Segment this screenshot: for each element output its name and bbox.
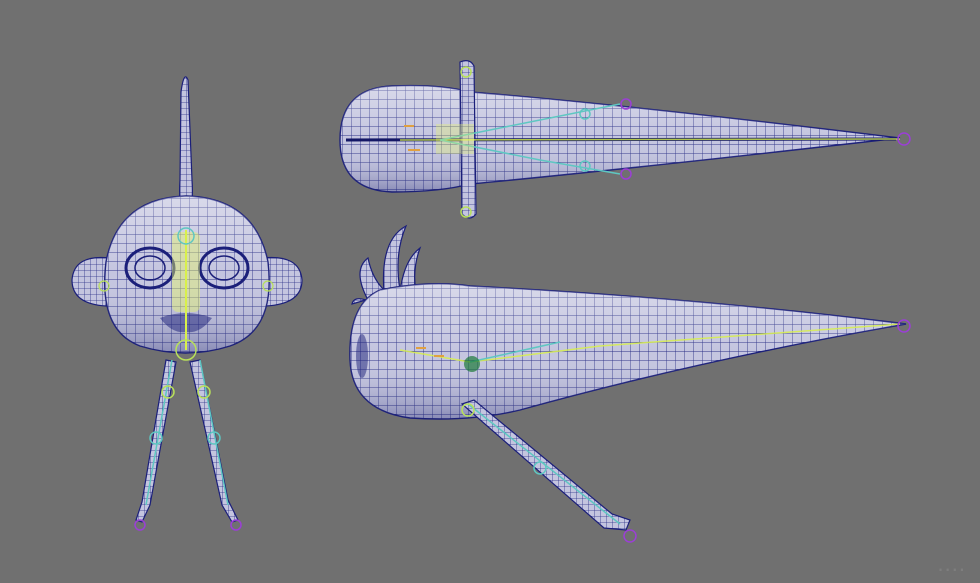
front-view[interactable] [71, 76, 303, 531]
top-view[interactable] [339, 60, 911, 219]
head-fin-mesh[interactable] [179, 76, 193, 215]
side-body-mesh[interactable] [349, 283, 907, 420]
viewport-canvas[interactable] [0, 0, 980, 583]
side-view[interactable] [349, 224, 911, 543]
maya-viewport[interactable]: .... [0, 0, 980, 583]
right-leg-mesh[interactable] [189, 359, 239, 523]
left-leg-mesh[interactable] [135, 359, 177, 523]
